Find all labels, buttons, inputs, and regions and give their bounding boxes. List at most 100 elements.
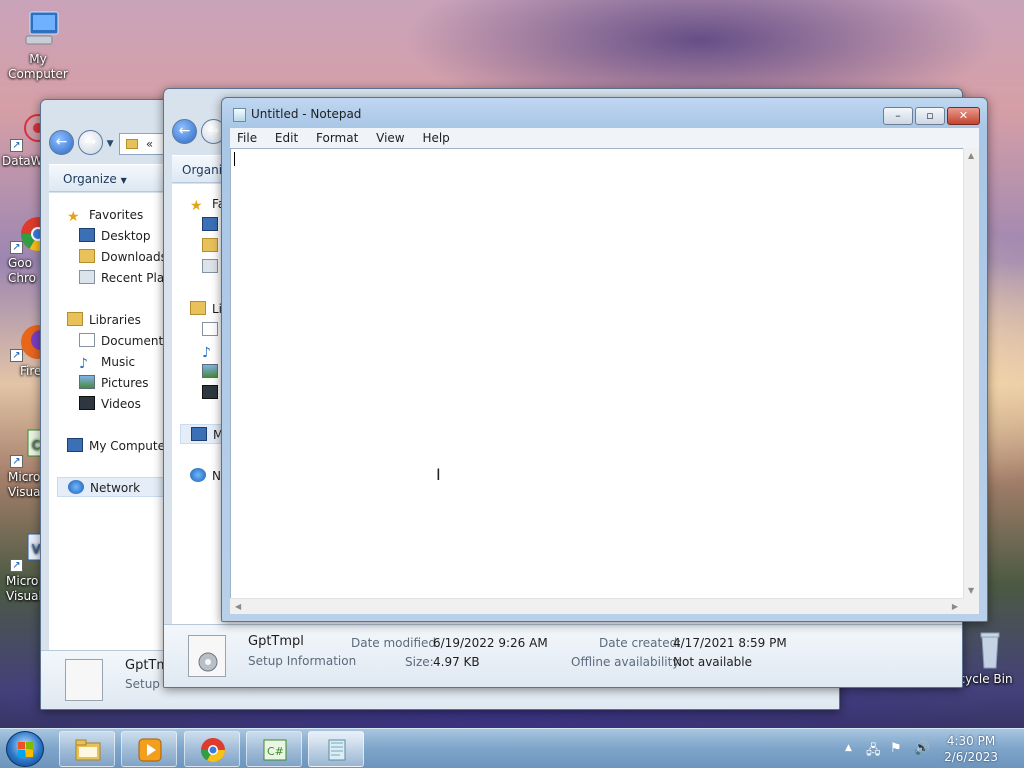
size-label: Size: [405, 655, 434, 669]
nav-network[interactable]: N [190, 466, 221, 486]
nav-network[interactable]: Network [57, 477, 177, 497]
star-icon: ★ [67, 209, 80, 225]
desktop-icon [79, 228, 95, 242]
text-editor[interactable]: I [230, 148, 979, 614]
desktop-icon-label: Goo Chro [8, 256, 36, 285]
details-file-name: GptTmpl [248, 634, 304, 649]
date-modified-label: Date modified: [351, 636, 441, 650]
offline-availability-value: Not available [673, 655, 753, 669]
taskbar: C# ▲ 🖧 ⚑ 🔊 4:30 PM 2/6/2023 [0, 728, 1024, 768]
nav-desktop[interactable]: Desktop [79, 226, 151, 246]
taskbar-button-media-player[interactable] [121, 731, 177, 767]
setup-file-icon [65, 659, 103, 701]
details-file-type: Setup Information [248, 654, 357, 668]
date-created-label: Date created: [599, 636, 682, 650]
minimize-button[interactable]: – [883, 107, 913, 125]
shortcut-arrow-icon: ↗ [10, 559, 23, 572]
explorer-nav-buttons: ← → [172, 119, 226, 144]
date-modified-value: 6/19/2022 9:26 AM [433, 636, 548, 650]
nav-downloads[interactable]: Downloads [79, 247, 167, 267]
start-button[interactable] [6, 731, 44, 767]
network-icon [68, 480, 84, 494]
organize-button[interactable]: Organi [182, 163, 222, 177]
notepad-icon [233, 108, 246, 122]
computer-icon [67, 438, 83, 452]
maximize-button[interactable]: ▫ [915, 107, 945, 125]
nav-documents[interactable]: Documents [79, 331, 169, 351]
desktop-icon-my-computer[interactable]: My Computer [0, 10, 76, 82]
visual-studio-csharp-icon: C# [263, 739, 287, 761]
offline-availability-label: Offline availability: [571, 655, 683, 669]
shortcut-arrow-icon: ↗ [10, 241, 23, 254]
menu-edit[interactable]: Edit [268, 128, 305, 148]
size-value: 4.97 KB [433, 655, 480, 669]
clock-date: 2/6/2023 [944, 750, 998, 764]
back-icon[interactable]: ← [49, 130, 74, 155]
menu-file[interactable]: File [230, 128, 264, 148]
menu-view[interactable]: View [369, 128, 411, 148]
setup-file-icon [188, 635, 226, 677]
media-player-icon [138, 738, 162, 762]
close-button[interactable]: ✕ [947, 107, 980, 125]
chrome-icon [201, 738, 225, 763]
taskbar-button-notepad[interactable] [308, 731, 364, 767]
network-status-icon[interactable]: 🖧 [866, 741, 881, 763]
shortcut-arrow-icon: ↗ [10, 455, 23, 468]
menu-help[interactable]: Help [415, 128, 456, 148]
notepad-window[interactable]: Untitled - Notepad – ▫ ✕ File Edit Forma… [221, 97, 988, 622]
pictures-icon [202, 364, 218, 378]
music-icon: ♪ [79, 356, 88, 372]
shortcut-arrow-icon: ↗ [10, 349, 23, 362]
desktop-icon-label: Micro Visual [6, 574, 42, 603]
computer-icon [191, 427, 207, 441]
music-icon: ♪ [202, 345, 211, 361]
taskbar-button-chrome[interactable] [184, 731, 240, 767]
menu-format[interactable]: Format [309, 128, 365, 148]
system-clock[interactable]: 4:30 PM 2/6/2023 [944, 733, 998, 765]
size-grip[interactable] [963, 598, 979, 614]
explorer-nav-buttons: ← → ▼ [49, 130, 114, 155]
organize-button[interactable]: Organize ▼ [63, 172, 127, 186]
shortcut-arrow-icon: ↗ [10, 139, 23, 152]
nav-pictures[interactable]: Pictures [79, 373, 149, 393]
nav-libraries[interactable]: Libraries [67, 310, 141, 330]
forward-icon[interactable]: → [77, 130, 103, 155]
vertical-scrollbar[interactable]: ▲ ▼ [963, 148, 979, 598]
taskbar-button-explorer[interactable] [59, 731, 115, 767]
details-pane: GptTmpl Setup Information Date modified:… [164, 624, 962, 687]
nav-favorites[interactable]: ★ Fa [190, 194, 225, 214]
scroll-down-icon[interactable]: ▼ [968, 586, 974, 595]
text-cursor-icon: I [436, 465, 441, 484]
windows-logo-icon [18, 742, 33, 757]
chevron-down-icon[interactable]: ▼ [107, 139, 114, 149]
scroll-right-icon[interactable]: ▶ [952, 602, 958, 611]
volume-icon[interactable]: 🔊 [914, 741, 930, 756]
address-text: « [145, 137, 154, 151]
back-icon[interactable]: ← [172, 119, 197, 144]
nav-my-computer[interactable]: My Computer [67, 436, 170, 456]
folder-icon [75, 739, 101, 761]
horizontal-scrollbar[interactable]: ◀ ▶ [230, 598, 963, 614]
action-center-icon[interactable]: ⚑ [890, 741, 902, 756]
recent-places-icon [202, 259, 218, 273]
clock-time: 4:30 PM [946, 734, 996, 748]
menu-bar: File Edit Format View Help [230, 128, 979, 148]
nav-music[interactable]: ♪ Music [79, 352, 135, 372]
downloads-icon [202, 238, 218, 252]
documents-icon [202, 322, 218, 336]
window-title: Untitled - Notepad [251, 107, 362, 121]
nav-videos[interactable]: Videos [79, 394, 141, 414]
libraries-icon [190, 301, 206, 315]
videos-icon [79, 396, 95, 410]
taskbar-button-visual-studio[interactable]: C# [246, 731, 302, 767]
network-icon [190, 468, 206, 482]
show-hidden-icons-icon[interactable]: ▲ [845, 743, 852, 753]
nav-favorites[interactable]: ★ Favorites [67, 205, 143, 225]
scroll-up-icon[interactable]: ▲ [968, 151, 974, 160]
pictures-icon [79, 375, 95, 389]
desktop-icon-label: My Computer [8, 52, 68, 81]
desktop-icon-label: Micro Visual [8, 470, 44, 499]
date-created-value: 4/17/2021 8:59 PM [673, 636, 787, 650]
nav-libraries[interactable]: Li [190, 299, 222, 319]
scroll-left-icon[interactable]: ◀ [235, 602, 241, 611]
